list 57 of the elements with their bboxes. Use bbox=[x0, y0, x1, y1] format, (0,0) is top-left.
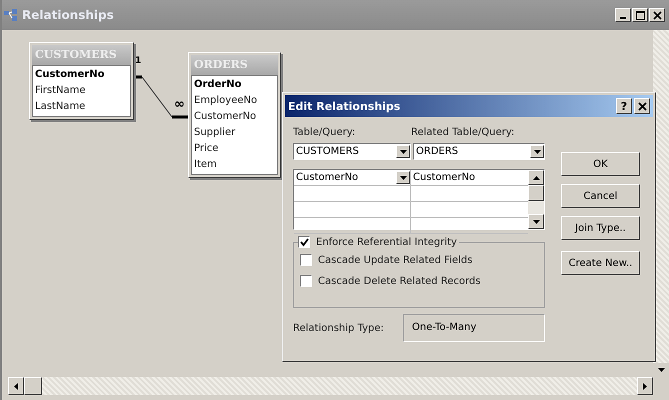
down-arrow-icon bbox=[532, 220, 540, 224]
field-name[interactable]: EmployeeNo bbox=[194, 93, 275, 109]
dialog-button[interactable]: Create New.. bbox=[561, 251, 640, 275]
table-window[interactable]: ORDERS OrderNo EmployeeNo CustomerNo Supplier Price Item bbox=[188, 52, 281, 178]
dialog-button[interactable]: OK bbox=[561, 152, 640, 176]
maximize-button[interactable] bbox=[632, 8, 648, 22]
dialog-title: Edit Relationships bbox=[288, 100, 402, 112]
relationship-type-label: Relationship Type: bbox=[293, 322, 385, 334]
dialog-button[interactable]: Cancel bbox=[561, 184, 640, 208]
close-icon bbox=[638, 102, 646, 110]
close-button[interactable] bbox=[649, 8, 665, 22]
dropdown-arrow-icon bbox=[400, 176, 406, 180]
field-name[interactable]: OrderNo bbox=[194, 77, 275, 93]
field-name[interactable]: CustomerNo bbox=[194, 109, 275, 125]
maximize-icon bbox=[636, 10, 644, 20]
dropdown-arrow-icon bbox=[400, 150, 406, 154]
one-label: 1 bbox=[135, 56, 142, 66]
scroll-thumb[interactable] bbox=[24, 377, 42, 395]
relationship-type-value: One-To-Many bbox=[403, 314, 545, 342]
field-name[interactable]: Supplier bbox=[194, 125, 275, 141]
field-name[interactable]: Price bbox=[194, 141, 275, 157]
left-arrow-icon bbox=[14, 382, 18, 390]
checkbox-label[interactable]: Cascade Update Related Fields bbox=[318, 254, 472, 266]
table-query-dropdown[interactable]: CUSTOMERS bbox=[293, 143, 411, 160]
table-window[interactable]: CUSTOMERS CustomerNo FirstName LastName bbox=[29, 42, 134, 120]
right-arrow-icon bbox=[643, 382, 647, 390]
window-title: Relationships bbox=[22, 8, 115, 22]
grid-scrollbar[interactable] bbox=[528, 170, 544, 229]
scroll-thumb[interactable] bbox=[528, 185, 544, 201]
close-button[interactable] bbox=[634, 98, 650, 114]
checkbox[interactable] bbox=[300, 275, 312, 287]
table-name: ORDERS bbox=[191, 55, 278, 75]
minimize-button[interactable] bbox=[615, 8, 631, 22]
field-name[interactable]: Item bbox=[194, 157, 275, 173]
many-label: ∞ bbox=[174, 98, 185, 111]
relationships-icon bbox=[4, 8, 18, 22]
horizontal-scrollbar[interactable] bbox=[8, 377, 669, 395]
checkbox-label[interactable]: Cascade Delete Related Records bbox=[318, 276, 481, 286]
help-button[interactable]: ? bbox=[616, 98, 632, 114]
field-name[interactable]: CustomerNo bbox=[35, 67, 128, 83]
dialog-button[interactable]: Join Type.. bbox=[561, 216, 640, 240]
table-query-label: Table/Query: bbox=[293, 127, 356, 138]
field-dropdown[interactable]: CustomerNo bbox=[294, 170, 411, 185]
down-arrow-icon bbox=[658, 368, 664, 372]
table-name: CUSTOMERS bbox=[32, 45, 131, 65]
field-name[interactable]: LastName bbox=[35, 99, 128, 115]
field-name[interactable]: FirstName bbox=[35, 83, 128, 99]
related-table-label: Related Table/Query: bbox=[411, 127, 514, 138]
checkbox[interactable] bbox=[300, 254, 312, 266]
checkbox[interactable] bbox=[298, 236, 310, 248]
grid-cell[interactable]: CustomerNo bbox=[411, 170, 528, 185]
up-arrow-icon bbox=[532, 176, 540, 180]
related-table-dropdown[interactable]: ORDERS bbox=[413, 143, 545, 160]
dropdown-arrow-icon bbox=[534, 150, 540, 154]
minimize-icon bbox=[620, 17, 626, 19]
checkbox-label[interactable]: Enforce Referential Integrity bbox=[316, 236, 457, 248]
close-icon bbox=[652, 10, 662, 20]
